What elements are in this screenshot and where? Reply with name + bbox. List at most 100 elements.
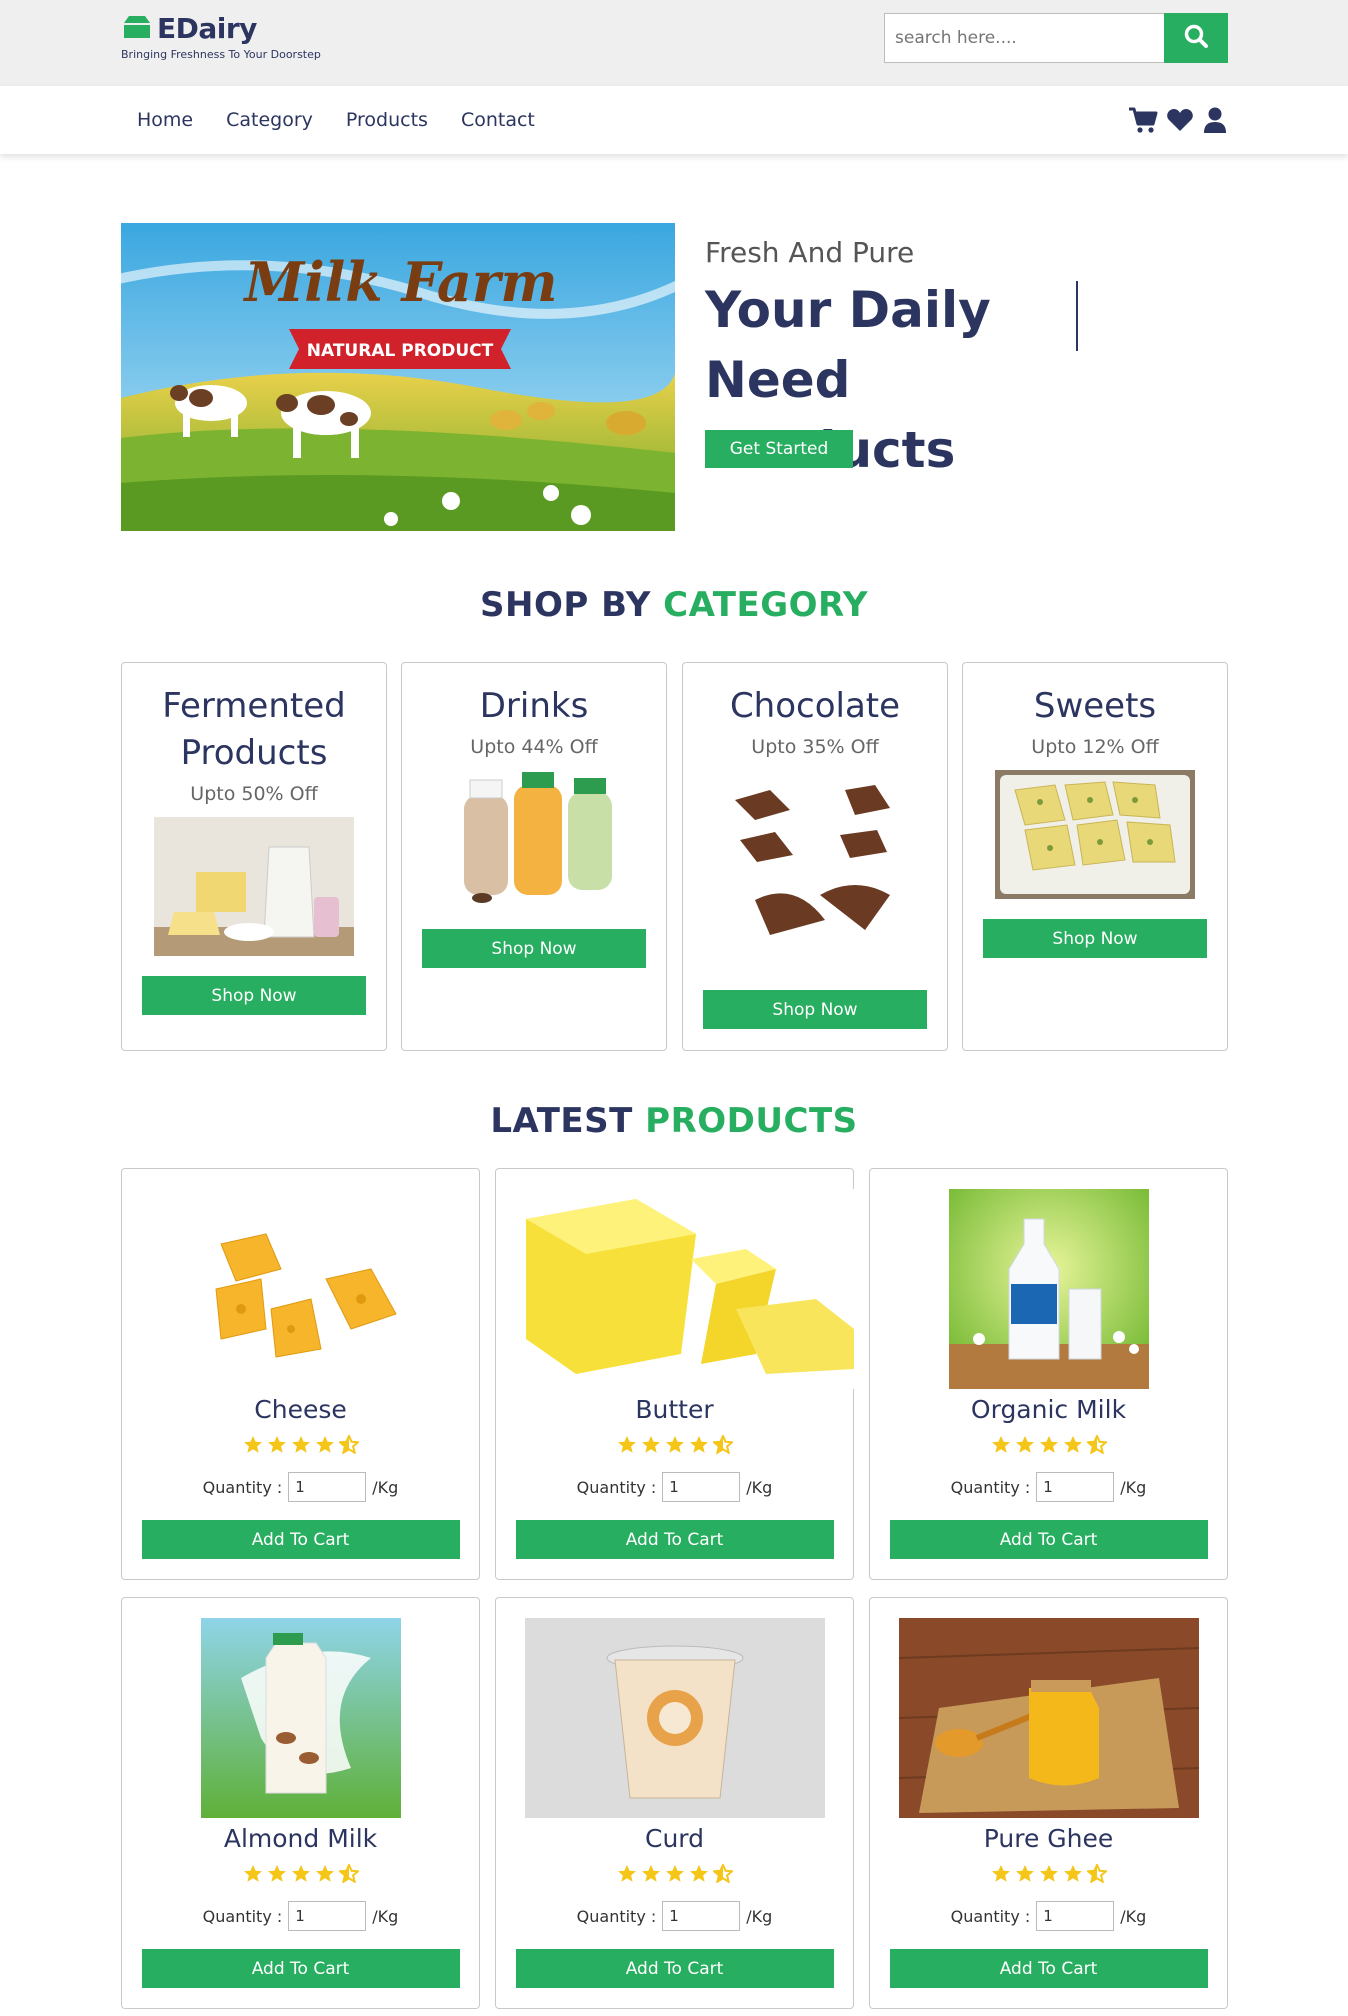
quantity-input[interactable] [1036, 1901, 1115, 1931]
half-star-icon [710, 1433, 735, 1458]
star-icon [1015, 1435, 1035, 1458]
search-button[interactable] [1164, 13, 1228, 63]
quantity-label: Quantity : [950, 1906, 1031, 1926]
product-name: Almond Milk [223, 1824, 378, 1853]
get-started-button[interactable]: Get Started [705, 430, 853, 468]
rating-stars [122, 1862, 479, 1887]
quantity-input[interactable] [1036, 1472, 1115, 1502]
hero-image-text: Milk Farm [243, 250, 558, 314]
category-name: Fermented Products [162, 686, 346, 773]
search-input[interactable] [884, 13, 1164, 63]
quantity-row: Quantity : /Kg [122, 1472, 479, 1502]
unit-label: /Kg [1120, 1906, 1147, 1926]
shop-now-button[interactable]: Shop Now [703, 990, 927, 1029]
unit-label: /Kg [372, 1477, 399, 1497]
add-to-cart-button[interactable]: Add To Cart [515, 1949, 834, 1988]
add-to-cart-button[interactable]: Add To Cart [141, 1520, 460, 1559]
hero-text: Fresh And Pure Your Daily Need Products … [705, 236, 1085, 485]
star-icon [665, 1864, 685, 1887]
nav-link-products[interactable]: Products [346, 109, 428, 131]
product-card-organic-milk: Organic Milk Quantity : /Kg Add To Cart [869, 1168, 1228, 1580]
products-title-part-a: LATEST [490, 1101, 633, 1141]
quantity-input[interactable] [662, 1472, 741, 1502]
star-icon [1063, 1864, 1083, 1887]
hero-subtitle: Fresh And Pure [705, 236, 915, 269]
star-icon [991, 1435, 1011, 1458]
unit-label: /Kg [746, 1477, 773, 1497]
quantity-label: Quantity : [202, 1477, 283, 1497]
hero-image: Milk Farm NATURAL PRODUCT [121, 223, 675, 531]
add-to-cart-button[interactable]: Add To Cart [889, 1520, 1208, 1559]
product-card-almond-milk: Almond Milk Quantity : /Kg Add To Cart [121, 1597, 480, 2009]
add-to-cart-button[interactable]: Add To Cart [889, 1949, 1208, 1988]
category-offer: Upto 44% Off [470, 736, 598, 758]
half-star-icon [336, 1433, 361, 1458]
category-offer: Upto 50% Off [190, 783, 318, 805]
star-icon [315, 1864, 335, 1887]
product-card-curd: Curd Quantity : /Kg Add To Cart [495, 1597, 854, 2009]
star-icon [291, 1435, 311, 1458]
star-icon [1039, 1435, 1059, 1458]
heart-icon[interactable] [1166, 107, 1194, 133]
quantity-label: Quantity : [202, 1906, 283, 1926]
rating-stars [496, 1862, 853, 1887]
star-icon [617, 1435, 637, 1458]
star-icon [1039, 1864, 1059, 1887]
category-title-part-a: SHOP BY [480, 585, 651, 625]
add-to-cart-button[interactable]: Add To Cart [141, 1949, 460, 1988]
top-bar: EDairy Bringing Freshness To Your Doorst… [0, 0, 1348, 86]
organic-milk-image [899, 1189, 1199, 1389]
product-name: Organic Milk [970, 1395, 1127, 1424]
hero-image-banner: NATURAL PRODUCT [307, 341, 494, 361]
category-name: Chocolate [729, 686, 901, 726]
unit-label: /Kg [1120, 1477, 1147, 1497]
quantity-input[interactable] [662, 1901, 741, 1931]
shop-now-button[interactable]: Shop Now [983, 919, 1207, 958]
category-name: Drinks [479, 686, 589, 726]
star-icon [1063, 1435, 1083, 1458]
brand-logo[interactable]: EDairy Bringing Freshness To Your Doorst… [121, 12, 321, 61]
half-star-icon [336, 1862, 361, 1887]
quantity-row: Quantity : /Kg [870, 1901, 1227, 1931]
sweets-image [995, 770, 1195, 899]
star-icon [243, 1864, 263, 1887]
star-icon [617, 1864, 637, 1887]
unit-label: /Kg [746, 1906, 773, 1926]
half-star-icon [1084, 1433, 1109, 1458]
cheese-image [151, 1189, 451, 1389]
nav-link-contact[interactable]: Contact [461, 109, 535, 131]
pure-ghee-image [898, 1618, 1199, 1818]
category-card-sweets: Sweets Upto 12% Off Shop Now [962, 662, 1228, 1051]
star-icon [315, 1435, 335, 1458]
star-icon [689, 1864, 709, 1887]
curd-image [524, 1618, 825, 1818]
products-section-title: LATEST PRODUCTS [0, 1101, 1348, 1141]
user-icon[interactable] [1202, 106, 1228, 134]
quantity-input[interactable] [288, 1472, 367, 1502]
rating-stars [122, 1433, 479, 1458]
rating-stars [496, 1433, 853, 1458]
main-nav: Home Category Products Contact [0, 86, 1348, 154]
quantity-row: Quantity : /Kg [870, 1472, 1227, 1502]
star-icon [243, 1435, 263, 1458]
star-icon [1015, 1864, 1035, 1887]
product-name: Cheese [254, 1395, 347, 1424]
quantity-row: Quantity : /Kg [496, 1901, 853, 1931]
quantity-input[interactable] [288, 1901, 367, 1931]
product-card-pure-ghee: Pure Ghee Quantity : /Kg Add To Cart [869, 1597, 1228, 2009]
search-bar [884, 13, 1228, 63]
cart-icon[interactable] [1128, 106, 1158, 134]
product-card-cheese: Cheese Quantity : /Kg Add To Cart [121, 1168, 480, 1580]
shop-now-button[interactable]: Shop Now [142, 976, 366, 1015]
category-offer: Upto 35% Off [751, 736, 879, 758]
quantity-label: Quantity : [576, 1906, 657, 1926]
shop-now-button[interactable]: Shop Now [422, 929, 646, 968]
nav-link-category[interactable]: Category [226, 109, 313, 131]
drinks-image [434, 770, 634, 909]
nav-link-home[interactable]: Home [137, 109, 193, 131]
add-to-cart-button[interactable]: Add To Cart [515, 1520, 834, 1559]
product-card-butter: Butter Quantity : /Kg Add To Cart [495, 1168, 854, 1580]
half-star-icon [1084, 1862, 1109, 1887]
half-star-icon [710, 1862, 735, 1887]
product-name: Curd [644, 1824, 704, 1853]
